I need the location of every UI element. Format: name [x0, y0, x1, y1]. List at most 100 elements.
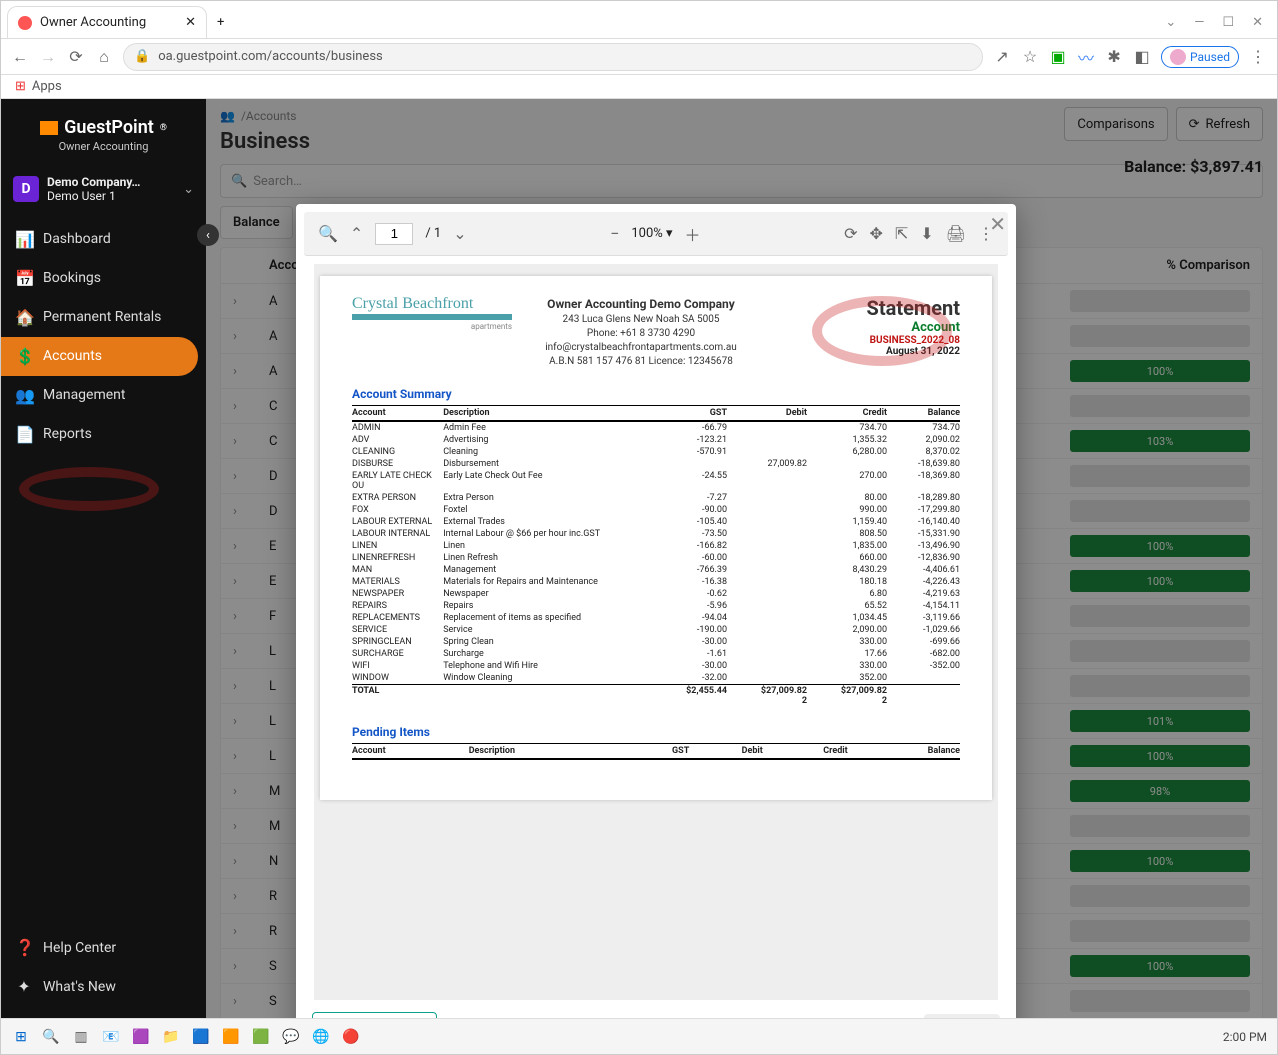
apps-icon[interactable]: ⊞: [15, 79, 26, 94]
send-email-button[interactable]: ✉ Send Email: [312, 1012, 437, 1018]
close-button[interactable]: Close: [924, 1014, 1000, 1019]
panel-icon[interactable]: ◧: [1133, 47, 1151, 66]
sidebar-nav: 📊Dashboard📅Bookings 🏠 Permanent Rentals 💲 Ac…: [1, 220, 206, 454]
company-initial: D: [13, 176, 39, 202]
brand-sub: Owner Accounting: [59, 140, 149, 153]
summary-row: LABOUR EXTERNALExternal Trades-105.401,1…: [352, 516, 960, 528]
app-icon[interactable]: 🟧: [221, 1027, 241, 1047]
pdf-zoom-out-icon[interactable]: −: [610, 224, 619, 243]
extension-icon-2[interactable]: 〰: [1077, 45, 1095, 69]
pdf-next-page-icon[interactable]: ⌄: [453, 224, 466, 243]
share-icon[interactable]: ↗: [993, 47, 1011, 66]
app-icon[interactable]: 📧: [101, 1027, 121, 1047]
app-icon[interactable]: 🟪: [131, 1027, 151, 1047]
chevron-down-icon[interactable]: ⌄: [1165, 15, 1176, 30]
pdf-print-icon[interactable]: 🖨: [946, 224, 966, 243]
app-icon[interactable]: 🟩: [251, 1027, 271, 1047]
extension-icon-1[interactable]: ▣: [1049, 47, 1067, 66]
whats-new-link[interactable]: ✦ What's New: [1, 967, 206, 1006]
star-icon[interactable]: ☆: [1021, 47, 1039, 66]
pdf-open-icon[interactable]: ⇱: [895, 224, 908, 243]
sidebar-item-dashboard[interactable]: 📊Dashboard: [1, 220, 206, 259]
help-center-link[interactable]: ❓ Help Center: [1, 928, 206, 967]
reload-button[interactable]: ⟳: [67, 47, 85, 66]
taskbar-clock[interactable]: 2:00 PM: [1223, 1030, 1267, 1044]
pdf-page-input[interactable]: [375, 223, 413, 245]
pdf-pan-icon[interactable]: ✥: [869, 224, 882, 243]
summary-row: LINENREFRESHLinen Refresh-60.00660.00-12…: [352, 552, 960, 564]
nav-label: Reports: [43, 426, 92, 442]
summary-row: NEWSPAPERNewspaper-0.626.80-4,219.63: [352, 588, 960, 600]
avatar-icon: [1170, 49, 1186, 65]
nav-icon: 📅: [15, 269, 33, 288]
search-icon[interactable]: 🔍: [41, 1027, 61, 1047]
summary-row: WINDOWWindow Cleaning-32.00352.00: [352, 672, 960, 685]
nav-icon: 📄: [15, 425, 33, 444]
col-debit: Debit: [727, 406, 807, 422]
pending-table: AccountDescriptionGSTDebitCreditBalance: [352, 743, 960, 760]
url-text: oa.guestpoint.com/accounts/business: [158, 49, 383, 64]
modal-close-button[interactable]: ✕: [989, 212, 1006, 236]
tab-close-icon[interactable]: ✕: [185, 15, 196, 30]
address-bar: ← → ⟳ ⌂ 🔒 oa.guestpoint.com/accounts/bus…: [1, 39, 1277, 75]
sparkle-icon: ✦: [15, 977, 33, 996]
pdf-zoom-in-icon[interactable]: ＋: [685, 222, 701, 246]
nav-icon: 🏠: [15, 308, 33, 327]
bookmarks-bar: ⊞ Apps: [1, 75, 1277, 99]
summary-row: LABOUR INTERNALInternal Labour @ $66 per…: [352, 528, 960, 540]
pdf-viewport[interactable]: Crystal Beachfront apartments Owner Acco…: [314, 264, 998, 1000]
app-icon[interactable]: 🟦: [191, 1027, 211, 1047]
summary-row: WIFITelephone and Wifi Hire-30.00330.00-…: [352, 660, 960, 672]
col-gst: GST: [656, 406, 727, 422]
forward-button[interactable]: →: [39, 47, 57, 67]
pdf-zoom-level[interactable]: 100% ▾: [631, 226, 672, 241]
chevron-down-icon: ⌄: [183, 182, 194, 197]
nav-icon: 💲: [15, 347, 33, 366]
col-gst: GST: [629, 744, 689, 760]
window-close-button[interactable]: ✕: [1252, 15, 1263, 30]
app-icon[interactable]: 📁: [161, 1027, 181, 1047]
tab-title: Owner Accounting: [40, 15, 146, 30]
sidebar-item-permanent-rentals[interactable]: 🏠 Permanent Rentals: [1, 298, 206, 337]
taskview-icon[interactable]: ▥: [71, 1027, 91, 1047]
sidebar: GuestPoint® Owner Accounting D Demo Comp…: [1, 99, 206, 1018]
pdf-search-icon[interactable]: 🔍: [318, 224, 338, 243]
pdf-prev-page-icon[interactable]: ⌃: [350, 224, 363, 243]
summary-row: REPAIRSRepairs-5.9665.52-4,154.11: [352, 600, 960, 612]
sidebar-item-accounts[interactable]: 💲 Accounts: [1, 337, 198, 376]
extensions-icon[interactable]: ✱: [1105, 47, 1123, 66]
summary-row: ADMINAdmin Fee-66.79734.70734.70: [352, 421, 960, 434]
col-debit: Debit: [689, 744, 763, 760]
company-switcher[interactable]: D Demo Company… Demo User 1 ⌄: [1, 167, 206, 212]
summary-row: SPRINGCLEANSpring Clean-30.00330.00-699.…: [352, 636, 960, 648]
kebab-menu-icon[interactable]: ⋮: [1249, 47, 1267, 66]
sidebar-item-reports[interactable]: 📄 Reports: [1, 415, 206, 454]
app-icon[interactable]: 🔴: [341, 1027, 361, 1047]
nav-label: Accounts: [43, 348, 102, 364]
col-description: Description: [443, 406, 656, 422]
apps-label[interactable]: Apps: [32, 79, 62, 94]
home-button[interactable]: ⌂: [95, 47, 113, 67]
pdf-rotate-icon[interactable]: ⟳: [844, 224, 857, 243]
sidebar-item-bookings[interactable]: 📅Bookings: [1, 259, 206, 298]
new-tab-button[interactable]: +: [217, 15, 224, 30]
start-button[interactable]: ⊞: [11, 1027, 31, 1047]
app-body: GuestPoint® Owner Accounting D Demo Comp…: [1, 99, 1277, 1018]
app-icon[interactable]: 💬: [281, 1027, 301, 1047]
company-logo: Crystal Beachfront apartments: [352, 296, 512, 331]
company-user: Demo User 1: [47, 189, 140, 203]
back-button[interactable]: ←: [11, 47, 29, 67]
collapse-sidebar-button[interactable]: ‹: [197, 224, 219, 246]
help-icon: ❓: [15, 938, 33, 957]
minimize-button[interactable]: —: [1194, 15, 1204, 30]
pdf-download-icon[interactable]: ⬇: [920, 224, 933, 243]
url-field[interactable]: 🔒 oa.guestpoint.com/accounts/business: [123, 43, 983, 71]
app-icon[interactable]: 🌐: [311, 1027, 331, 1047]
sidebar-item-management[interactable]: 👥Management: [1, 376, 206, 415]
nav-label: Management: [43, 387, 125, 403]
profile-paused-chip[interactable]: Paused: [1161, 46, 1239, 68]
maximize-button[interactable]: ☐: [1222, 15, 1234, 30]
window-buttons: ⌄ — ☐ ✕: [1151, 7, 1277, 38]
browser-tab[interactable]: Owner Accounting ✕: [7, 6, 207, 38]
nav-label: Permanent Rentals: [43, 309, 161, 325]
